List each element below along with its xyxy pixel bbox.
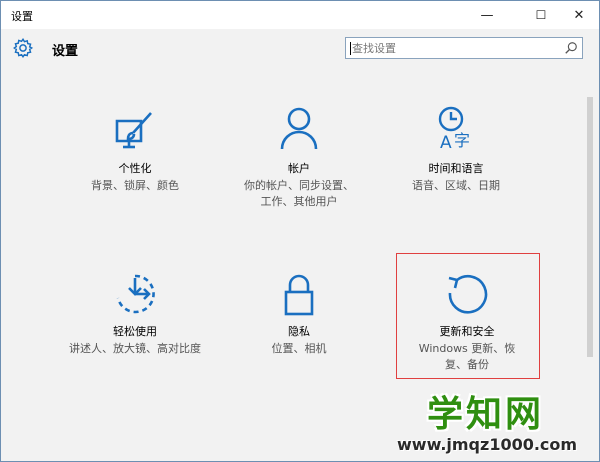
account-icon (280, 107, 318, 150)
tile-title: 个性化 (118, 162, 152, 175)
tile-description: 位置、相机 (271, 342, 327, 355)
tile-title: 时间和语言 (428, 162, 484, 175)
tile-description: 你的帐户、同步设置、工作、其他用户 (244, 179, 354, 208)
gear-icon (13, 37, 34, 58)
tile-ease-of-access[interactable]: 轻松使用 讲述人、放大镜、高对比度 (60, 272, 210, 357)
highlight-box (396, 253, 540, 379)
tile-privacy[interactable]: 隐私 位置、相机 (224, 272, 374, 357)
search-icon[interactable] (564, 41, 578, 55)
tile-accounts[interactable]: 帐户 你的帐户、同步设置、工作、其他用户 (224, 106, 374, 210)
tile-description: 语音、区域、日期 (412, 179, 500, 192)
tile-title: 帐户 (288, 162, 310, 175)
tile-description: 背景、锁屏、颜色 (91, 179, 179, 192)
tile-personalization[interactable]: 个性化 背景、锁屏、颜色 (60, 109, 210, 194)
watermark-brand: 学知网 (427, 394, 545, 435)
ease-of-access-icon (116, 274, 155, 314)
tile-title: 隐私 (288, 325, 310, 338)
search-input[interactable] (352, 40, 552, 56)
tile-description: 讲述人、放大镜、高对比度 (69, 342, 201, 355)
title-bar[interactable]: 设置 — ☐ ✕ (1, 1, 599, 29)
svg-text:字: 字 (454, 131, 470, 150)
page-heading: 设置 (52, 44, 79, 59)
search-box[interactable] (345, 37, 583, 59)
window-title: 设置 (11, 10, 33, 23)
watermark: 学知网 www.jmqz1000.com (385, 379, 599, 461)
settings-header: 设置 (1, 29, 599, 73)
watermark-url: www.jmqz1000.com (397, 435, 578, 454)
tile-title: 轻松使用 (113, 325, 157, 338)
minimize-button[interactable]: — (465, 1, 509, 29)
settings-window: 设置 — ☐ ✕ 设置 查找设置 个性化 背景、锁屏、颜色 帐户 你的帐户、同步… (0, 0, 600, 462)
tile-time-language[interactable]: A 字 时间和语言 语音、区域、日期 (381, 106, 531, 194)
time-language-icon: A 字 (438, 106, 470, 150)
svg-text:A: A (440, 133, 452, 150)
scrollbar[interactable] (587, 97, 593, 357)
close-button[interactable]: ✕ (557, 1, 599, 29)
privacy-lock-icon (284, 274, 314, 316)
text-caret (350, 42, 351, 55)
personalization-icon (115, 112, 152, 149)
